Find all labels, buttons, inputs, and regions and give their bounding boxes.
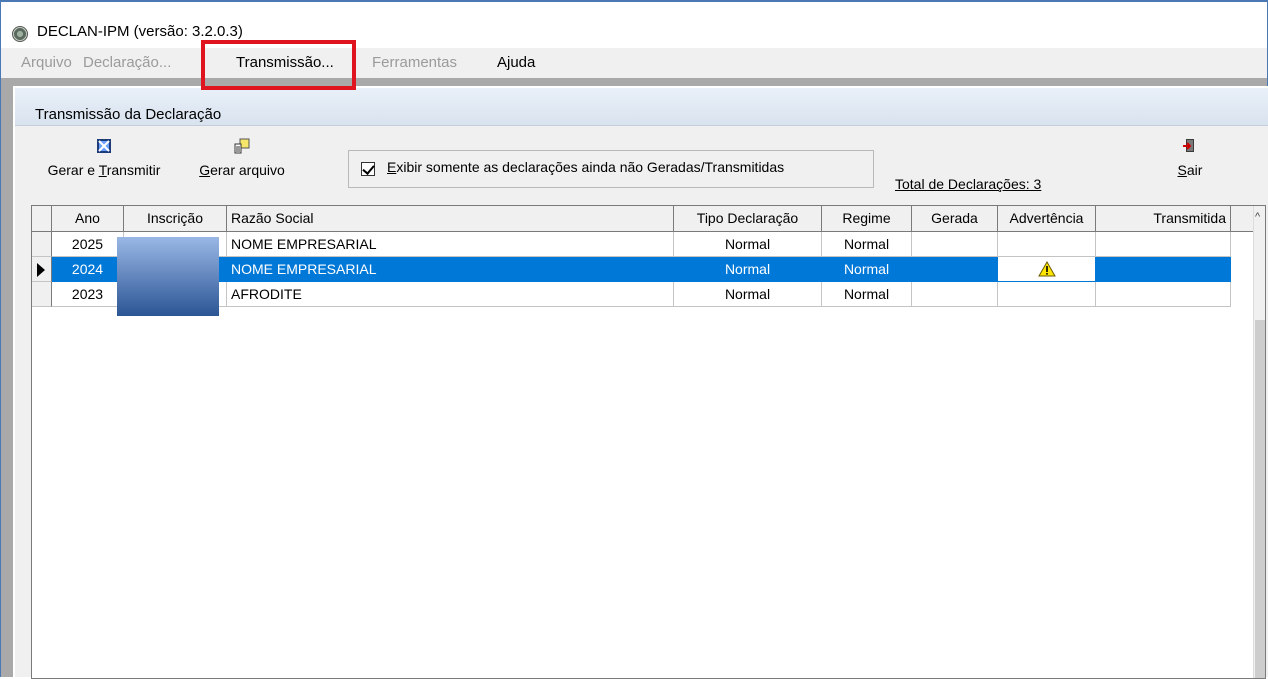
sair-accel: S <box>1177 162 1187 178</box>
cell-advertencia <box>998 282 1096 307</box>
cell-ano: 2025 <box>52 232 124 257</box>
total-declaracoes-label: Total de Declarações: 3 <box>895 176 1042 192</box>
cell-gerada <box>912 257 998 282</box>
cell-ano: 2023 <box>52 282 124 307</box>
cell-regime: Normal <box>822 282 912 307</box>
cell-razao-social: AFRODITE <box>227 282 674 307</box>
header-gerada[interactable]: Gerada <box>912 206 998 232</box>
scroll-up-arrow-icon[interactable]: ^ <box>1255 212 1260 223</box>
title-bar: DECLAN-IPM (versão: 3.2.0.3) <box>1 2 1267 48</box>
app-seal-icon <box>12 26 28 42</box>
scrollbar-thumb[interactable] <box>1255 320 1265 678</box>
cell-regime: Normal <box>822 257 912 282</box>
gerar-transmitir-button[interactable]: Gerar e Transmitir <box>34 138 174 178</box>
header-ano[interactable]: Ano <box>52 206 124 232</box>
header-indicator <box>32 206 52 232</box>
header-tipo-declaracao[interactable]: Tipo Declaração <box>674 206 822 232</box>
filter-checkbox[interactable] <box>361 162 375 176</box>
gerar-transmitir-label-suffix: ransmitir <box>106 162 161 178</box>
sair-button[interactable]: Sair <box>1165 138 1215 178</box>
cell-gerada <box>912 282 998 307</box>
cell-tipo-declaracao: Normal <box>674 257 822 282</box>
window-title: DECLAN-IPM (versão: 3.2.0.3) <box>37 23 243 40</box>
gerar-arquivo-button[interactable]: Gerar arquivo <box>187 138 297 178</box>
header-transmitida[interactable]: Transmitida <box>1096 206 1231 232</box>
child-window-title: Transmissão da Declaração <box>35 106 222 123</box>
grid-header: Ano Inscrição Razão Social Tipo Declaraç… <box>32 206 1255 232</box>
menu-arquivo[interactable]: Arquivo <box>21 54 72 71</box>
cell-advertencia[interactable] <box>998 257 1096 282</box>
sair-label-suffix: air <box>1186 162 1203 178</box>
current-row-pointer-icon <box>37 263 45 277</box>
filter-label-suffix: xibir somente as declarações ainda não G… <box>396 159 785 175</box>
row-indicator[interactable] <box>32 257 52 282</box>
cell-gerada <box>912 232 998 257</box>
cell-advertencia <box>998 232 1096 257</box>
filter-group: Exibir somente as declarações ainda não … <box>348 150 874 188</box>
header-inscricao[interactable]: Inscrição <box>124 206 227 232</box>
menu-bar: Arquivo Declaração... Transmissão... Fer… <box>1 48 1267 78</box>
cell-ano: 2024 <box>52 257 124 282</box>
exit-door-icon <box>1183 139 1194 152</box>
cell-transmitida <box>1096 282 1231 307</box>
filter-accel: E <box>387 159 397 175</box>
gerar-transmitir-accel: T <box>98 162 107 178</box>
gerar-arquivo-accel: G <box>199 162 211 178</box>
redacted-inscricao-block <box>117 237 219 316</box>
cell-tipo-declaracao: Normal <box>674 282 822 307</box>
cell-regime: Normal <box>822 232 912 257</box>
cell-transmitida <box>1096 257 1231 282</box>
vertical-scrollbar[interactable]: ^ <box>1253 206 1265 678</box>
highlight-annotation-box <box>201 40 356 90</box>
cell-transmitida <box>1096 232 1231 257</box>
transmissao-window: Transmissão da Declaração Gerar e Transm… <box>13 86 1268 679</box>
menu-declaracao[interactable]: Declaração... <box>83 54 171 71</box>
row-indicator[interactable] <box>32 232 52 257</box>
gerar-transmitir-label-prefix: Gerar e <box>47 162 99 178</box>
header-regime[interactable]: Regime <box>822 206 912 232</box>
menu-ajuda[interactable]: Ajuda <box>497 54 535 71</box>
child-window-title-bar: Transmissão da Declaração <box>15 88 1268 126</box>
warning-icon[interactable] <box>1038 261 1056 277</box>
menu-ferramentas[interactable]: Ferramentas <box>372 54 457 71</box>
cell-tipo-declaracao: Normal <box>674 232 822 257</box>
header-advertencia[interactable]: Advertência <box>998 206 1096 232</box>
cell-razao-social: NOME EMPRESARIAL <box>227 257 674 282</box>
transmit-icon <box>97 139 111 153</box>
gerar-arquivo-label-suffix: erar arquivo <box>210 162 285 178</box>
cell-razao-social: NOME EMPRESARIAL <box>227 232 674 257</box>
filter-checkbox-label[interactable]: Exibir somente as declarações ainda não … <box>387 159 784 175</box>
header-razao-social[interactable]: Razão Social <box>227 206 674 232</box>
row-indicator[interactable] <box>32 282 52 307</box>
generate-file-icon <box>234 138 250 154</box>
